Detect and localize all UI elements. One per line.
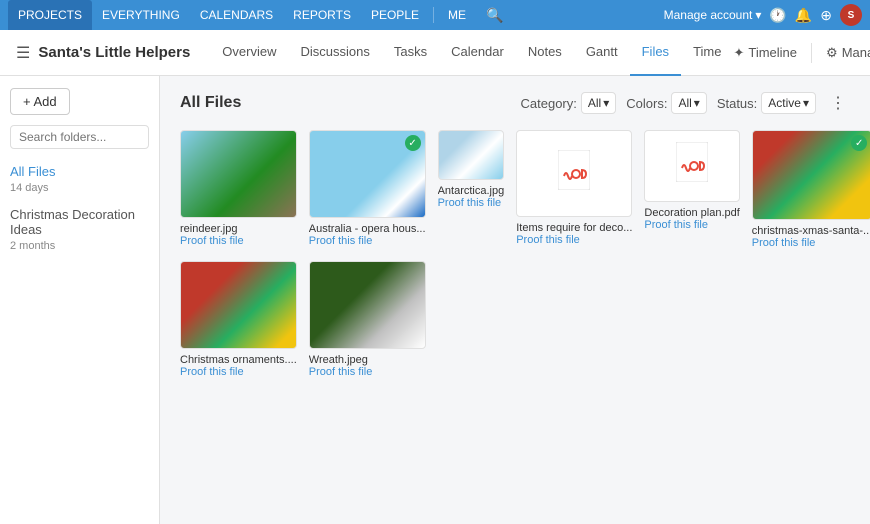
file-name: christmas-xmas-santa-... xyxy=(752,225,870,237)
file-thumbnail: ✓ xyxy=(309,130,426,218)
tab-notes[interactable]: Notes xyxy=(516,30,574,76)
plus-circle-icon[interactable]: ⊕ xyxy=(820,7,832,24)
file-name: Antarctica.jpg xyxy=(438,185,505,197)
proof-link[interactable]: Proof this file xyxy=(516,234,632,246)
tab-overview[interactable]: Overview xyxy=(210,30,288,76)
gear-icon: ⚙ xyxy=(826,45,838,61)
tab-tasks[interactable]: Tasks xyxy=(382,30,439,76)
sidebar-section-title[interactable]: Christmas Decoration Ideas xyxy=(10,204,149,240)
sidebar-section-meta: 2 months xyxy=(10,240,149,252)
nav-item-people[interactable]: PEOPLE xyxy=(361,0,429,30)
file-name: Christmas ornaments.... xyxy=(180,354,297,366)
file-item[interactable]: reindeer.jpg Proof this file xyxy=(180,130,297,249)
proof-link[interactable]: Proof this file xyxy=(309,235,426,247)
colors-select[interactable]: All ▾ xyxy=(671,92,706,114)
tab-discussions[interactable]: Discussions xyxy=(288,30,381,76)
category-filter: Category: All ▾ xyxy=(521,92,617,114)
proof-link[interactable]: Proof this file xyxy=(644,219,739,231)
file-thumbnail xyxy=(180,130,297,218)
status-select[interactable]: Active ▾ xyxy=(761,92,816,114)
sub-nav-right: ✦ Timeline ⚙ Manage ▾ ⊙ Help xyxy=(733,43,870,63)
file-name: reindeer.jpg xyxy=(180,223,297,235)
file-name: Decoration plan.pdf xyxy=(644,207,739,219)
manage-account-link[interactable]: Manage account ▾ xyxy=(664,8,762,22)
nav-item-reports[interactable]: REPORTS xyxy=(283,0,361,30)
chevron-down-icon-status: ▾ xyxy=(803,96,809,110)
colors-filter: Colors: All ▾ xyxy=(626,92,707,114)
add-button[interactable]: + Add xyxy=(10,88,70,115)
category-select[interactable]: All ▾ xyxy=(581,92,616,114)
proof-link[interactable]: Proof this file xyxy=(180,366,297,378)
tab-calendar[interactable]: Calendar xyxy=(439,30,516,76)
clock-icon[interactable]: 🕐 xyxy=(769,7,786,24)
search-icon[interactable]: 🔍 xyxy=(476,0,513,30)
file-item[interactable]: Christmas ornaments.... Proof this file xyxy=(180,261,297,378)
timeline-icon: ✦ xyxy=(733,45,744,61)
proof-link[interactable]: Proof this file xyxy=(752,237,870,249)
top-nav-left: PROJECTS EVERYTHING CALENDARS REPORTS PE… xyxy=(8,0,513,30)
file-grid: reindeer.jpg Proof this file ✓ Australia… xyxy=(180,130,850,378)
chevron-down-icon: ▾ xyxy=(755,8,761,22)
file-item[interactable]: Items require for deco... Proof this fil… xyxy=(516,130,632,249)
chevron-down-icon-col: ▾ xyxy=(694,96,700,110)
sidebar-section-christmas: Christmas Decoration Ideas 2 months xyxy=(10,204,149,252)
search-input[interactable] xyxy=(10,125,149,149)
top-navigation: PROJECTS EVERYTHING CALENDARS REPORTS PE… xyxy=(0,0,870,30)
nav-item-everything[interactable]: EVERYTHING xyxy=(92,0,190,30)
bell-icon[interactable]: 🔔 xyxy=(795,7,812,24)
file-item[interactable]: ✓ christmas-xmas-santa-... Proof this fi… xyxy=(752,130,870,249)
sidebar-all-files-meta: 14 days xyxy=(10,182,149,194)
manage-button[interactable]: ⚙ Manage ▾ xyxy=(826,45,870,61)
tab-time[interactable]: Time xyxy=(681,30,733,76)
hamburger-menu[interactable]: ☰ xyxy=(16,43,30,63)
file-thumbnail-pdf xyxy=(516,130,632,217)
colors-label: Colors: xyxy=(626,96,667,111)
nav-divider xyxy=(433,7,434,23)
category-label: Category: xyxy=(521,96,577,111)
sub-navigation: ☰ Santa's Little Helpers Overview Discus… xyxy=(0,30,870,76)
file-name: Wreath.jpeg xyxy=(309,354,426,366)
proof-link[interactable]: Proof this file xyxy=(309,366,426,378)
file-thumbnail: ✓ xyxy=(752,130,870,220)
sidebar: + Add All Files 14 days Christmas Decora… xyxy=(0,76,160,524)
file-name: Australia - opera hous... xyxy=(309,223,426,235)
top-nav-right: Manage account ▾ 🕐 🔔 ⊕ S xyxy=(664,4,862,26)
filters: Category: All ▾ Colors: All ▾ Status: xyxy=(521,92,851,114)
kebab-menu[interactable]: ⋮ xyxy=(826,93,850,113)
timeline-button[interactable]: ✦ Timeline xyxy=(733,45,797,61)
file-item[interactable]: ✓ Australia - opera hous... Proof this f… xyxy=(309,130,426,249)
status-label: Status: xyxy=(717,96,757,111)
approved-checkmark: ✓ xyxy=(405,135,421,151)
nav-item-me[interactable]: ME xyxy=(438,0,476,30)
chevron-down-icon-cat: ▾ xyxy=(603,96,609,110)
file-thumbnail-pdf xyxy=(644,130,739,202)
sidebar-all-files[interactable]: All Files xyxy=(10,161,149,182)
file-item[interactable]: Antarctica.jpg Proof this file xyxy=(438,130,505,249)
content-header: All Files Category: All ▾ Colors: All ▾ xyxy=(180,92,850,114)
tab-gantt[interactable]: Gantt xyxy=(574,30,630,76)
content-title: All Files xyxy=(180,94,241,112)
nav-item-calendars[interactable]: CALENDARS xyxy=(190,0,283,30)
main-layout: + Add All Files 14 days Christmas Decora… xyxy=(0,76,870,524)
user-avatar[interactable]: S xyxy=(840,4,862,26)
file-name: Items require for deco... xyxy=(516,222,632,234)
pdf-icon xyxy=(558,150,590,198)
file-item[interactable]: Wreath.jpeg Proof this file xyxy=(309,261,426,378)
status-filter: Status: Active ▾ xyxy=(717,92,816,114)
pdf-icon xyxy=(676,142,708,190)
sub-nav-tabs: Overview Discussions Tasks Calendar Note… xyxy=(210,30,733,76)
file-item[interactable]: Decoration plan.pdf Proof this file xyxy=(644,130,739,249)
file-thumbnail xyxy=(180,261,297,349)
proof-link[interactable]: Proof this file xyxy=(438,197,505,209)
file-thumbnail xyxy=(438,130,505,180)
proof-link[interactable]: Proof this file xyxy=(180,235,297,247)
file-thumbnail xyxy=(309,261,426,349)
content-area: All Files Category: All ▾ Colors: All ▾ xyxy=(160,76,870,524)
tab-files[interactable]: Files xyxy=(630,30,681,76)
project-title: Santa's Little Helpers xyxy=(38,44,190,61)
approved-checkmark: ✓ xyxy=(851,135,867,151)
top-nav-icons: 🕐 🔔 ⊕ xyxy=(769,7,832,24)
nav-item-projects[interactable]: PROJECTS xyxy=(8,0,92,30)
nav-divider-1 xyxy=(811,43,812,63)
